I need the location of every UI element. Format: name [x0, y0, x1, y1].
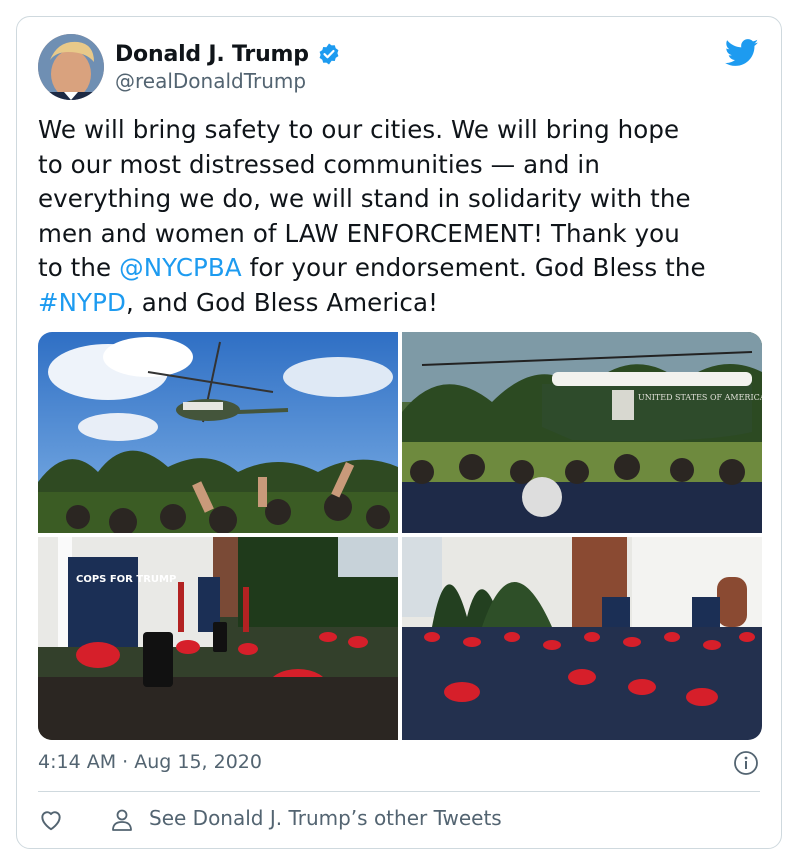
tweet-text: We will bring safety to our cities. We w… [38, 113, 768, 320]
tweet-text-line: to the @NYCPBA for your endorsement. God… [38, 251, 768, 286]
author-avatar[interactable] [38, 34, 104, 100]
see-other-tweets-link[interactable]: See Donald J. Trump’s other Tweets [149, 806, 502, 830]
photo-helicopter-sky[interactable] [38, 332, 398, 533]
tweet-text-line: men and women of LAW ENFORCEMENT! Thank … [38, 217, 768, 252]
tweet-text-line: everything we do, we will stand in solid… [38, 182, 768, 217]
tweet-text-segment: for your endorsement. God Bless the [241, 253, 706, 282]
tweet-text-segment: We will bring safety to our cities. We w… [38, 115, 680, 144]
author-display-name[interactable]: Donald J. Trump [115, 42, 309, 67]
tweet-text-line: We will bring safety to our cities. We w… [38, 113, 768, 148]
tweet-text-line: to our most distressed communities — and… [38, 148, 768, 183]
photo-crowd-stage-image: COPS FOR TRUMP [38, 537, 398, 740]
photo-crowd-building[interactable] [402, 537, 762, 740]
hashtag-link[interactable]: #NYPD [38, 288, 126, 317]
photo-marine-one-landed[interactable]: UNITED STATES OF AMERICA [402, 332, 762, 533]
mention-link[interactable]: @NYCPBA [119, 253, 242, 282]
photo-crowd-building-image [402, 537, 762, 740]
tweet-text-line: #NYPD, and God Bless America! [38, 286, 768, 321]
tweet-media-grid[interactable]: UNITED STATES OF AMERICA COPS FOR TRUMP [38, 332, 762, 740]
author-handle[interactable]: @realDonaldTrump [115, 69, 306, 93]
helicopter-text: UNITED STATES OF AMERICA [638, 393, 762, 402]
info-icon[interactable] [733, 750, 759, 776]
heart-icon[interactable] [38, 807, 64, 833]
verified-badge-icon [319, 43, 339, 65]
person-icon [112, 809, 132, 831]
photo-helicopter-sky-image [38, 332, 398, 533]
tweet-text-segment: to the [38, 253, 120, 282]
tweet-text-segment: men and women of LAW ENFORCEMENT! Thank … [38, 218, 680, 248]
footer-divider [38, 791, 760, 792]
photo-crowd-stage-left[interactable]: COPS FOR TRUMP [38, 537, 398, 740]
tweet-timestamp[interactable]: 4:14 AM · Aug 15, 2020 [38, 751, 262, 773]
sign-text: COPS FOR TRUMP [76, 574, 176, 585]
tweet-text-segment: everything we do, we will stand in solid… [38, 184, 691, 213]
tweet-card[interactable]: Donald J. Trump @realDonaldTrump We will… [16, 16, 782, 849]
twitter-bird-icon[interactable] [725, 39, 759, 67]
tweet-text-segment: , and God Bless America! [125, 287, 439, 317]
photo-marine-one-image: UNITED STATES OF AMERICA [402, 332, 762, 533]
avatar-photo-icon [38, 34, 104, 100]
tweet-text-segment: to our most distressed communities — and… [38, 149, 600, 179]
